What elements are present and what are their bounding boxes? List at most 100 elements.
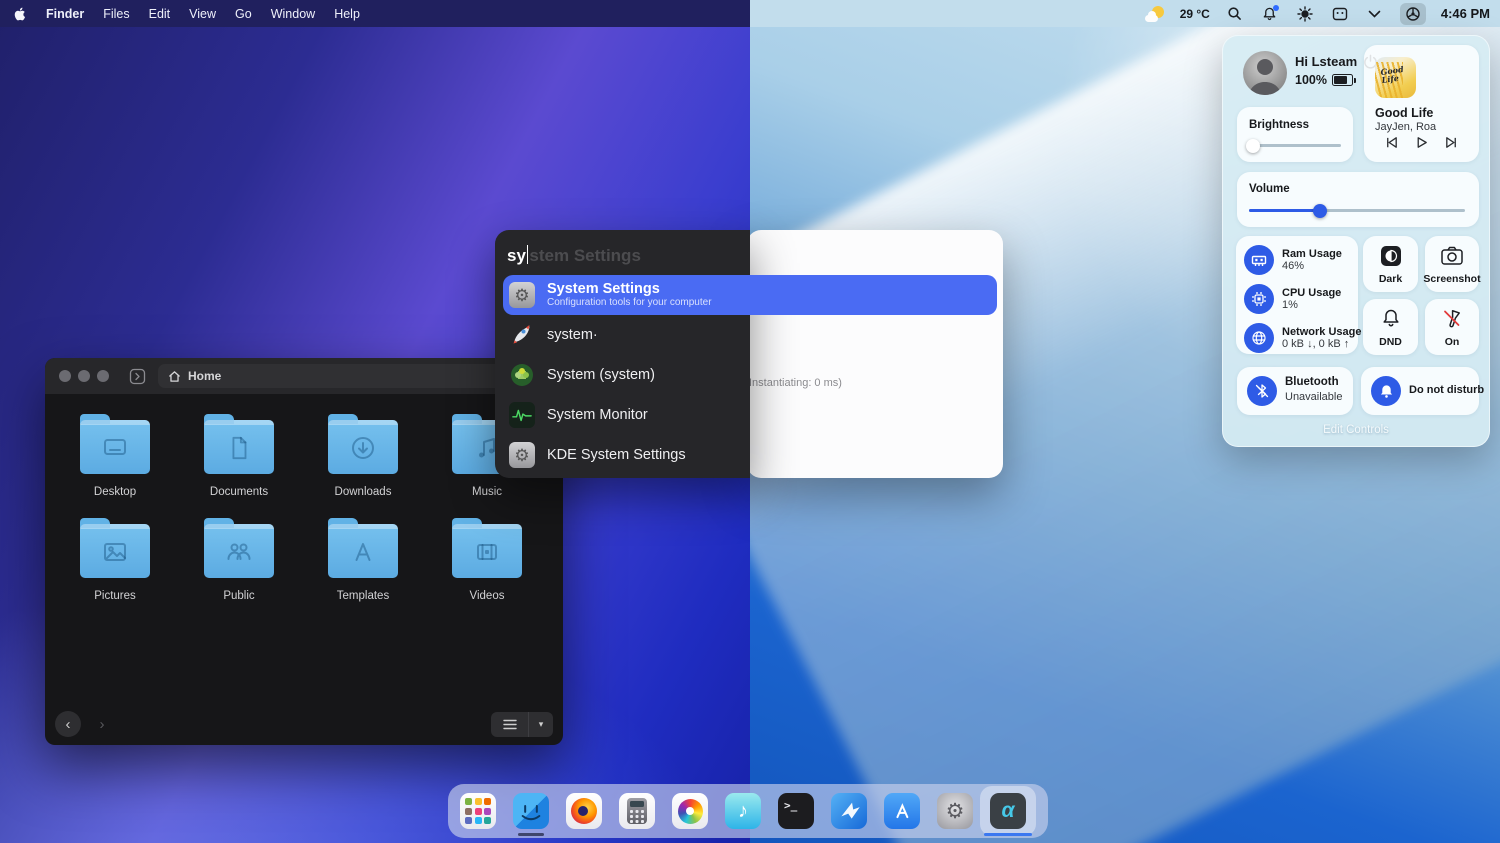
track-artists: JayJen, Roa xyxy=(1375,121,1437,133)
network-globe-icon xyxy=(1244,323,1274,353)
bluetooth-icon xyxy=(1247,376,1277,406)
status-text: Instantiating: 0 ms) xyxy=(749,377,842,389)
minimize-window-button[interactable] xyxy=(78,370,90,382)
clock[interactable]: 4:46 PM xyxy=(1441,6,1490,21)
volume-slider[interactable] xyxy=(1249,203,1465,218)
maximize-window-button[interactable] xyxy=(97,370,109,382)
chevron-down-icon[interactable] xyxy=(1365,4,1385,24)
battery-percent: 100% xyxy=(1295,73,1327,87)
text-caret xyxy=(526,245,529,264)
volume-card: Volume xyxy=(1237,172,1479,227)
result-system-monitor[interactable]: System Monitor xyxy=(503,395,742,435)
network-usage-label: Network Usage xyxy=(1282,326,1362,338)
previous-track-button[interactable] xyxy=(1384,135,1399,155)
camera-icon xyxy=(1440,245,1464,271)
brightness-slider-thumb[interactable] xyxy=(1245,138,1260,153)
dock-calculator-icon[interactable] xyxy=(619,793,655,829)
dock: ♪ >_ ⚙ α xyxy=(448,784,1048,838)
toggle-sidebar-button[interactable] xyxy=(126,365,148,387)
breadcrumb-label: Home xyxy=(188,369,222,383)
menu-help[interactable]: Help xyxy=(334,7,360,21)
result-system[interactable]: system· xyxy=(503,315,742,355)
system-monitor-icon xyxy=(509,402,535,428)
result-system-system[interactable]: System (system) xyxy=(503,355,742,395)
dock-firefox-icon[interactable] xyxy=(566,793,602,829)
menu-files[interactable]: Files xyxy=(103,7,129,21)
battery-icon xyxy=(1331,74,1356,86)
album-art: Good Life xyxy=(1375,57,1416,98)
settings-tray-icon[interactable] xyxy=(1399,2,1426,25)
folder-desktop[interactable]: Desktop xyxy=(53,412,177,498)
search-icon[interactable] xyxy=(1225,4,1245,24)
folder-pictures[interactable]: Pictures xyxy=(53,516,177,602)
bluetooth-card[interactable]: Bluetooth Unavailable xyxy=(1237,367,1353,415)
menu-window[interactable]: Window xyxy=(271,7,315,21)
close-window-button[interactable] xyxy=(59,370,71,382)
picture-glyph-icon xyxy=(104,543,126,562)
system-settings-gear-icon: ⚙ xyxy=(509,282,535,308)
temperature-readout[interactable]: 29 °C xyxy=(1180,7,1210,21)
menu-edit[interactable]: Edit xyxy=(149,7,171,21)
kde-settings-gear-icon: ⚙ xyxy=(509,442,535,468)
dock-finder-icon[interactable] xyxy=(513,793,549,836)
dark-mode-toggle[interactable]: Dark xyxy=(1363,236,1418,292)
play-button[interactable] xyxy=(1414,135,1429,155)
dnd-bell-icon xyxy=(1371,376,1401,406)
forward-button[interactable]: › xyxy=(89,711,115,737)
menu-go[interactable]: Go xyxy=(235,7,252,21)
do-not-disturb-label: Do not disturb xyxy=(1409,384,1485,396)
cpu-icon xyxy=(1244,284,1274,314)
weather-icon[interactable] xyxy=(1144,5,1165,22)
brightness-label: Brightness xyxy=(1249,119,1310,131)
back-button[interactable]: ‹ xyxy=(55,711,81,737)
view-dropdown-button[interactable]: ▾ xyxy=(529,712,553,737)
folder-templates[interactable]: Templates xyxy=(301,516,425,602)
next-track-button[interactable] xyxy=(1444,135,1459,155)
dock-system-settings-icon[interactable]: ⚙ xyxy=(937,793,973,829)
breadcrumb[interactable]: Home xyxy=(158,364,552,388)
folder-videos[interactable]: Videos xyxy=(425,516,549,602)
result-kde-system-settings[interactable]: ⚙ KDE System Settings xyxy=(503,435,742,475)
dock-terminal-icon[interactable]: >_ xyxy=(778,793,814,829)
user-greeting: Hi Lsteam xyxy=(1295,54,1358,69)
dark-mode-icon xyxy=(1380,245,1402,272)
notifications-bell-icon[interactable] xyxy=(1260,4,1280,24)
people-glyph-icon xyxy=(227,543,251,561)
user-avatar[interactable] xyxy=(1243,51,1287,95)
screenshot-toggle[interactable]: Screenshot xyxy=(1423,236,1481,292)
folder-documents[interactable]: Documents xyxy=(177,412,301,498)
menu-finder[interactable]: Finder xyxy=(46,7,84,21)
volume-slider-thumb[interactable] xyxy=(1313,203,1328,218)
menubar: Finder Files Edit View Go Window Help 29… xyxy=(0,0,1500,27)
dock-falkon-icon[interactable] xyxy=(831,793,867,829)
download-glyph-icon xyxy=(352,437,374,460)
brightness-slider[interactable] xyxy=(1245,138,1341,153)
flashlight-toggle[interactable]: On xyxy=(1425,299,1479,355)
list-view-button[interactable] xyxy=(491,712,529,737)
menu-view[interactable]: View xyxy=(189,7,216,21)
search-input[interactable]: sy stem Settings xyxy=(507,242,641,266)
list-icon xyxy=(502,719,517,730)
edit-controls-link[interactable]: Edit Controls xyxy=(1223,424,1489,436)
dock-music-icon[interactable]: ♪ xyxy=(725,793,761,829)
apple-menu-icon[interactable] xyxy=(14,6,27,22)
finder-running-indicator xyxy=(518,833,544,836)
dock-app-store-icon[interactable] xyxy=(884,793,920,829)
folder-downloads[interactable]: Downloads xyxy=(301,412,425,498)
result-system-settings[interactable]: ⚙ System Settings Configuration tools fo… xyxy=(503,275,997,315)
dock-photos-icon[interactable] xyxy=(672,793,708,829)
document-glyph-icon xyxy=(232,436,247,460)
dock-launchpad-icon[interactable] xyxy=(460,793,496,829)
now-playing-card[interactable]: Good Life Good Life JayJen, Roa xyxy=(1364,45,1479,162)
view-mode-split-button: ▾ xyxy=(491,712,553,737)
brightness-sun-icon[interactable] xyxy=(1295,4,1315,24)
dnd-toggle[interactable]: DND xyxy=(1363,299,1418,355)
folder-public[interactable]: Public xyxy=(177,516,301,602)
control-center: Hi Lsteam 100% Good Life Good Life JayJe… xyxy=(1222,35,1490,447)
display-widget-icon[interactable] xyxy=(1330,4,1350,24)
brightness-card: Brightness xyxy=(1237,107,1353,162)
do-not-disturb-card[interactable]: Do not disturb xyxy=(1361,367,1484,415)
bluetooth-label: Bluetooth xyxy=(1285,376,1339,388)
dock-latte-dock-icon[interactable]: α xyxy=(980,786,1036,836)
home-icon xyxy=(169,370,180,382)
